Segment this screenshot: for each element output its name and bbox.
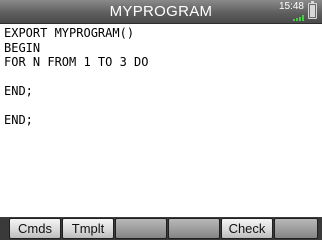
- code-line[interactable]: [4, 99, 318, 114]
- softkey-6[interactable]: [274, 218, 318, 239]
- softkey-3[interactable]: [115, 218, 167, 239]
- softkey-4[interactable]: [168, 218, 220, 239]
- code-line[interactable]: END;: [4, 84, 318, 99]
- title-bar: MYPROGRAM 15:48: [0, 0, 322, 24]
- check-softkey[interactable]: Check: [221, 218, 273, 239]
- signal-icon: [293, 15, 305, 21]
- code-line[interactable]: FOR N FROM 1 TO 3 DO: [4, 55, 318, 70]
- clock: 15:48: [278, 1, 304, 12]
- app-title: MYPROGRAM: [109, 3, 213, 20]
- code-line[interactable]: [4, 70, 318, 85]
- softkey-menu: Cmds Tmplt Check: [0, 217, 322, 240]
- code-line[interactable]: BEGIN: [4, 41, 318, 56]
- code-line[interactable]: END;: [4, 113, 318, 128]
- code-line[interactable]: EXPORT MYPROGRAM(): [4, 26, 318, 41]
- program-editor[interactable]: EXPORT MYPROGRAM() BEGIN FOR N FROM 1 TO…: [4, 26, 318, 212]
- battery-icon: [308, 1, 317, 19]
- cmds-softkey[interactable]: Cmds: [9, 218, 61, 239]
- tmplt-softkey[interactable]: Tmplt: [62, 218, 114, 239]
